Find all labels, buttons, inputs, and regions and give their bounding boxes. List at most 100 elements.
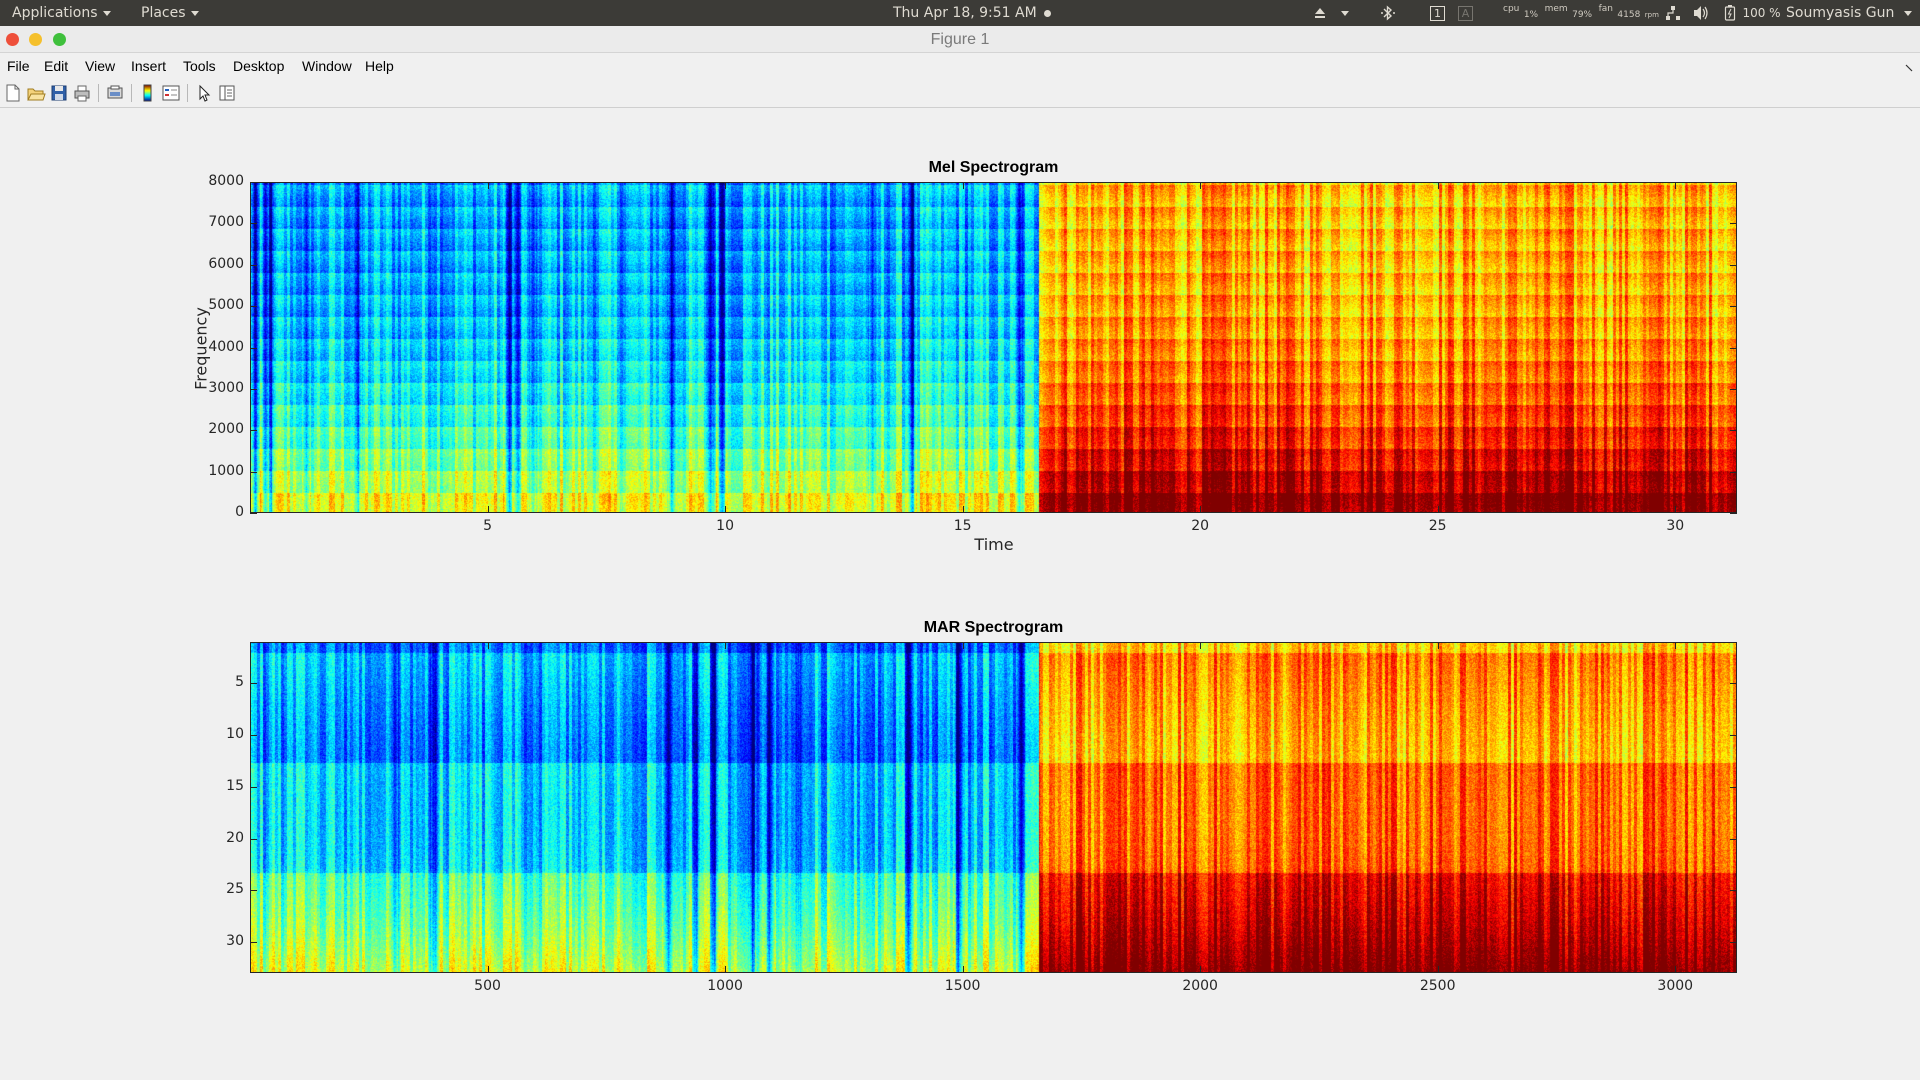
y-tick-mark	[1730, 838, 1737, 840]
y-tick-label: 4000	[208, 338, 244, 355]
y-tick-mark	[250, 890, 257, 892]
x-tick-mark	[487, 506, 489, 513]
x-tick-label: 1000	[707, 978, 743, 994]
legend-icon[interactable]	[161, 83, 181, 103]
menu-bar: File Edit View Insert Tools Desktop Wind…	[0, 54, 1920, 78]
mar-spectrogram-title: MAR Spectrogram	[923, 619, 1064, 636]
y-tick-label: 30	[226, 932, 244, 949]
toolbar-separator	[98, 84, 99, 102]
clock[interactable]: Thu Apr 18, 9:51 AM	[893, 0, 1052, 26]
bluetooth-icon[interactable]	[1380, 0, 1396, 26]
y-tick-mark	[250, 347, 257, 349]
mem-label: mem	[1544, 4, 1568, 14]
y-tick-mark	[1730, 430, 1737, 432]
window-titlebar[interactable]: Figure 1	[0, 26, 1920, 53]
y-tick-mark	[1730, 683, 1737, 685]
eject-dropdown[interactable]	[1336, 0, 1349, 26]
print-preview-icon[interactable]	[105, 83, 125, 103]
colorbar-icon[interactable]	[138, 83, 158, 103]
open-file-icon[interactable]	[26, 83, 46, 103]
y-tick-mark	[1730, 347, 1737, 349]
x-tick-label: 2000	[1182, 978, 1218, 994]
menu-insert[interactable]: Insert	[131, 54, 166, 78]
property-editor-icon[interactable]	[217, 83, 237, 103]
fan-value: 4158	[1617, 10, 1641, 20]
y-tick-label: 0	[235, 504, 244, 520]
x-tick-mark	[725, 966, 727, 973]
workspace-1-icon[interactable]: 1	[1430, 0, 1445, 26]
chevron-down-icon	[1904, 10, 1913, 16]
clock-label: Thu Apr 18, 9:51 AM	[893, 5, 1037, 21]
x-tick-mark	[962, 966, 964, 973]
figure-canvas[interactable]: Mel Spectrogram Time Frequency MAR Spect…	[0, 109, 1920, 1080]
menu-window[interactable]: Window	[302, 54, 352, 78]
mel-spectrogram-title: Mel Spectrogram	[928, 159, 1059, 176]
volume-icon[interactable]	[1692, 0, 1710, 26]
print-icon[interactable]	[72, 83, 92, 103]
menu-desktop[interactable]: Desktop	[233, 54, 284, 78]
cpu-label: cpu	[1503, 4, 1520, 14]
applications-menu[interactable]: Applications	[12, 0, 111, 26]
cpu-value: 1%	[1523, 10, 1539, 20]
x-tick-label: 2500	[1419, 978, 1456, 994]
y-tick-mark	[1730, 264, 1737, 266]
new-figure-icon[interactable]	[3, 83, 23, 103]
battery-indicator[interactable]: 100 %	[1724, 0, 1781, 26]
x-tick-label: 15	[953, 518, 972, 534]
menu-tools[interactable]: Tools	[183, 54, 216, 78]
mel-spectrogram-axes[interactable]	[250, 182, 1737, 513]
network-icon[interactable]	[1665, 0, 1681, 26]
menu-edit[interactable]: Edit	[44, 54, 68, 78]
y-tick-label: 25	[226, 881, 244, 898]
user-menu[interactable]: Soumyasis Gun	[1786, 0, 1913, 26]
y-tick-label: 3000	[208, 379, 244, 396]
x-tick-mark	[1200, 506, 1202, 513]
x-tick-mark	[1200, 642, 1202, 649]
y-tick-mark	[1730, 306, 1737, 308]
applications-label: Applications	[12, 5, 98, 21]
system-monitor[interactable]: cpu 1% mem 79% fan 4158 rpm	[1503, 0, 1659, 26]
y-tick-mark	[250, 683, 257, 685]
mar-spectrogram-axes[interactable]	[250, 642, 1737, 973]
y-tick-mark	[250, 264, 257, 266]
x-tick-mark	[1675, 506, 1677, 513]
y-tick-mark	[250, 941, 257, 943]
x-tick-mark	[487, 642, 489, 649]
x-tick-label: 5	[483, 518, 492, 534]
y-tick-mark	[250, 388, 257, 390]
y-tick-label: 15	[226, 777, 244, 794]
system-top-panel: Applications Places Thu Apr 18, 9:51 AM …	[0, 0, 1920, 26]
y-tick-label: 10	[226, 726, 244, 743]
pointer-icon[interactable]	[194, 83, 214, 103]
figure-toolbar	[0, 78, 1920, 108]
places-menu[interactable]: Places	[141, 0, 199, 26]
x-tick-mark	[725, 506, 727, 513]
menu-view[interactable]: View	[85, 54, 115, 78]
x-tick-label: 20	[1191, 518, 1210, 534]
y-tick-mark	[250, 223, 257, 225]
mel-x-axis-label: Time	[974, 535, 1014, 554]
save-icon[interactable]	[49, 83, 69, 103]
x-tick-mark	[1675, 182, 1677, 189]
y-tick-mark	[1730, 182, 1737, 183]
dock-arrow-icon[interactable]	[1904, 60, 1914, 76]
menu-help[interactable]: Help	[365, 54, 394, 78]
eject-icon[interactable]	[1312, 0, 1328, 26]
y-tick-mark	[250, 786, 257, 788]
y-tick-mark	[250, 182, 257, 183]
window-title: Figure 1	[930, 31, 990, 48]
y-tick-mark	[1730, 223, 1737, 225]
y-tick-label: 5000	[208, 297, 244, 314]
user-label: Soumyasis Gun	[1786, 5, 1895, 21]
x-tick-mark	[1437, 182, 1439, 189]
places-label: Places	[141, 5, 186, 21]
x-tick-mark	[487, 966, 489, 973]
x-tick-mark	[725, 182, 727, 189]
y-tick-label: 2000	[208, 421, 244, 438]
x-tick-mark	[1437, 506, 1439, 513]
menu-file[interactable]: File	[7, 54, 30, 78]
x-tick-label: 30	[1666, 518, 1685, 534]
y-tick-mark	[250, 471, 257, 473]
workspace-2-icon[interactable]: A	[1458, 0, 1473, 26]
y-tick-label: 7000	[208, 214, 244, 231]
